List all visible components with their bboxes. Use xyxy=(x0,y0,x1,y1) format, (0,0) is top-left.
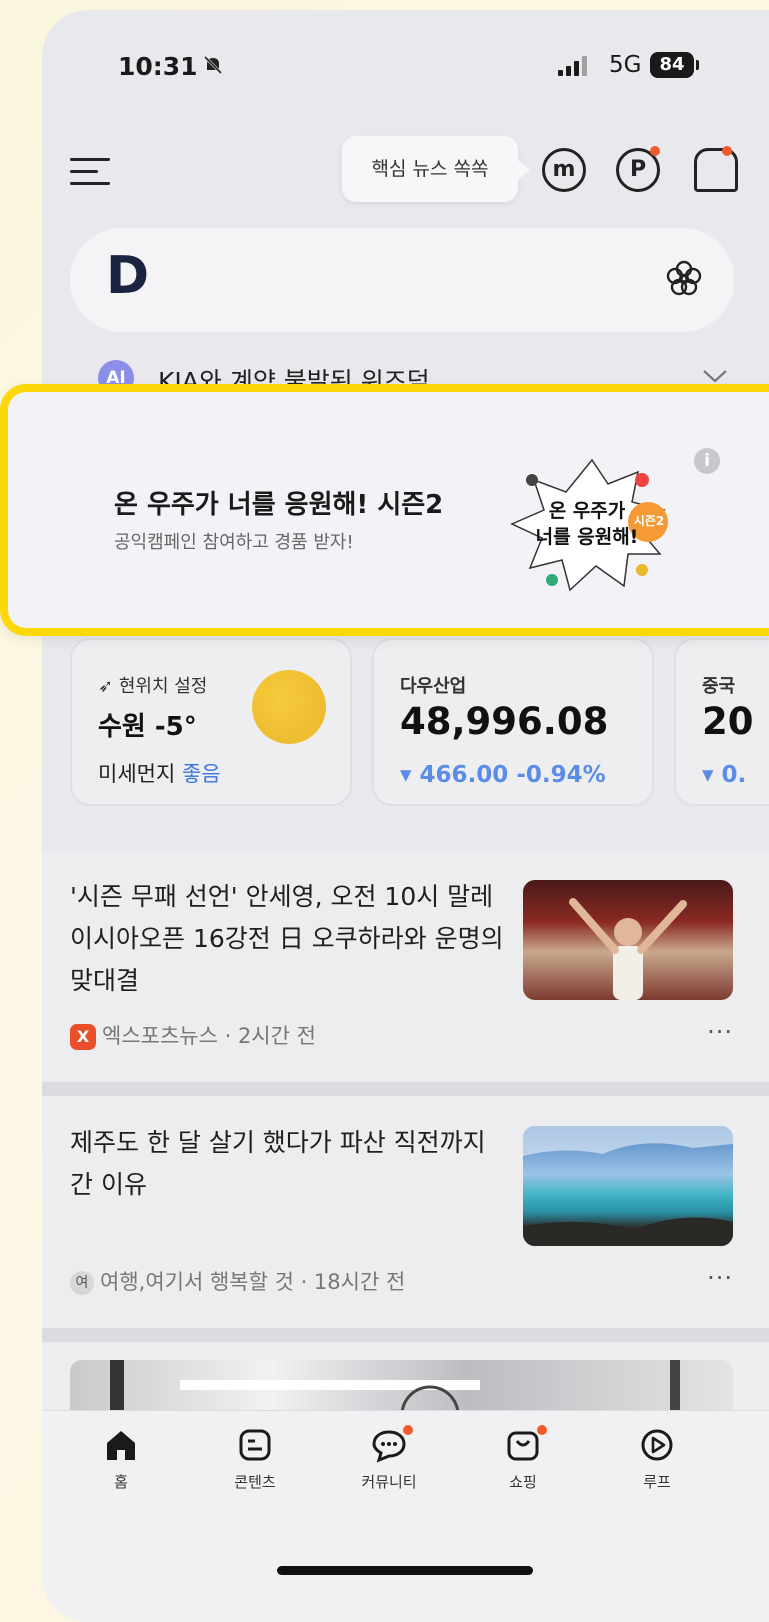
contents-icon xyxy=(237,1427,273,1463)
fine-dust: 미세먼지 좋음 xyxy=(98,758,221,788)
nav-shopping[interactable]: 쇼핑 xyxy=(468,1425,578,1492)
shopping-notification-dot xyxy=(537,1425,547,1435)
banner-art-badge: 시즌2 xyxy=(633,514,665,528)
info-icon[interactable]: i xyxy=(694,448,720,474)
index-value: 48,996.08 xyxy=(400,700,609,743)
nav-label: 루프 xyxy=(643,1473,671,1491)
location-setting[interactable]: ➶ 현위치 설정 xyxy=(98,672,207,698)
shopping-bag-icon xyxy=(505,1425,547,1463)
source-logo-icon: 여 xyxy=(70,1271,94,1295)
nav-contents[interactable]: 콘텐츠 xyxy=(200,1427,310,1492)
banner-title: 온 우주가 너를 응원해! 시즌2 xyxy=(114,490,444,520)
top-bar: 핵심 뉴스 쏙쏙 m P xyxy=(42,128,769,218)
nav-label: 콘텐츠 xyxy=(234,1473,276,1491)
news-source-label: 엑스포츠뉴스 · 2시간 전 xyxy=(102,1024,316,1048)
index-change: ▾ 466.00 -0.94% xyxy=(400,762,606,788)
m-icon[interactable]: m xyxy=(542,148,586,192)
divider xyxy=(42,1328,769,1342)
search-bar[interactable]: D xyxy=(70,228,734,332)
nav-label: 쇼핑 xyxy=(509,1473,537,1491)
news-source: 여 여행,여기서 행복할 것 · 18시간 전 xyxy=(70,1266,405,1296)
banner-subtitle: 공익캠페인 참여하고 경품 받자! xyxy=(114,532,354,553)
ad-banner[interactable]: 온 우주가 너를 응원해! 시즌2 공익캠페인 참여하고 경품 받자! 온 우주… xyxy=(0,384,769,636)
play-icon xyxy=(639,1427,675,1463)
dow-card[interactable]: 다우산업 48,996.08 ▾ 466.00 -0.94% xyxy=(372,638,654,806)
battery-icon: 84 xyxy=(650,52,699,78)
community-notification-dot xyxy=(403,1425,413,1435)
nav-label: 커뮤니티 xyxy=(361,1473,417,1491)
news-item[interactable]: 제주도 한 달 살기 했다가 파산 직전까지 간 이유 여 여행,여기서 행복할 … xyxy=(42,1096,769,1328)
index-name: 다우산업 xyxy=(400,676,467,697)
fine-dust-label: 미세먼지 xyxy=(98,762,176,786)
china-index-name: 중국 xyxy=(702,676,736,697)
bottom-nav: 홈 콘텐츠 커뮤니티 쇼핑 루프 xyxy=(42,1410,769,1622)
divider xyxy=(42,1082,769,1096)
weather-temp: 수원 -5° xyxy=(98,712,197,742)
news-headline[interactable]: 제주도 한 달 살기 했다가 파산 직전까지 간 이유 xyxy=(70,1122,510,1206)
home-icon xyxy=(103,1427,139,1463)
news-thumbnail[interactable] xyxy=(523,880,733,1000)
china-index-card[interactable]: 중국 20 ▾ 0. xyxy=(674,638,769,806)
bell-notification-dot xyxy=(722,146,732,156)
location-arrow-icon: ➶ xyxy=(98,676,114,697)
news-source-label: 여행,여기서 행복할 것 · 18시간 전 xyxy=(100,1270,406,1294)
menu-icon[interactable] xyxy=(70,154,112,190)
network-type: 5G xyxy=(609,52,642,78)
flower-icon[interactable] xyxy=(664,258,704,307)
nav-loop[interactable]: 루프 xyxy=(602,1427,712,1492)
signal-icon xyxy=(558,56,587,76)
location-setting-label: 현위치 설정 xyxy=(118,676,208,697)
more-options-icon[interactable]: ··· xyxy=(707,1264,733,1292)
status-time: 10:31 xyxy=(118,52,198,81)
sun-icon xyxy=(252,670,326,744)
china-index-change: ▾ 0. xyxy=(702,762,747,788)
more-options-icon[interactable]: ··· xyxy=(707,1018,733,1046)
news-headline[interactable]: '시즌 무패 선언' 안세영, 오전 10시 말레이시아오픈 16강전 日 오쿠… xyxy=(70,876,510,1002)
nav-home[interactable]: 홈 xyxy=(66,1427,176,1492)
bell-off-icon xyxy=(202,54,224,81)
news-source: X 엑스포츠뉴스 · 2시간 전 xyxy=(70,1020,316,1050)
source-logo-icon: X xyxy=(70,1024,96,1050)
phone-screen: 10:31 5G 84 핵심 뉴스 쏙쏙 m P D AI KIA와 계약 불발… xyxy=(42,10,769,1622)
point-icon-label: P xyxy=(629,157,647,182)
nav-label: 홈 xyxy=(114,1473,128,1491)
news-thumbnail[interactable] xyxy=(523,1126,733,1246)
home-indicator[interactable] xyxy=(277,1566,533,1575)
nav-community[interactable]: 커뮤니티 xyxy=(334,1425,444,1492)
daum-logo: D xyxy=(106,246,150,306)
news-tooltip[interactable]: 핵심 뉴스 쏙쏙 xyxy=(342,136,530,202)
m-icon-label: m xyxy=(552,157,576,182)
news-item[interactable]: '시즌 무패 선언' 안세영, 오전 10시 말레이시아오픈 16강전 日 오쿠… xyxy=(42,850,769,1082)
chat-icon xyxy=(371,1425,413,1463)
weather-card[interactable]: ➶ 현위치 설정 수원 -5° 미세먼지 좋음 xyxy=(70,638,352,806)
banner-illustration[interactable]: 온 우주가 너를 응원해! 시즌2 xyxy=(492,450,692,598)
china-index-value: 20 xyxy=(702,700,754,743)
status-bar: 10:31 5G 84 xyxy=(42,10,769,120)
info-widgets: ➶ 현위치 설정 수원 -5° 미세먼지 좋음 다우산업 48,996.08 ▾… xyxy=(70,638,769,808)
fine-dust-value: 좋음 xyxy=(181,762,221,786)
point-notification-dot xyxy=(650,146,660,156)
notification-bell-icon[interactable] xyxy=(694,148,738,192)
